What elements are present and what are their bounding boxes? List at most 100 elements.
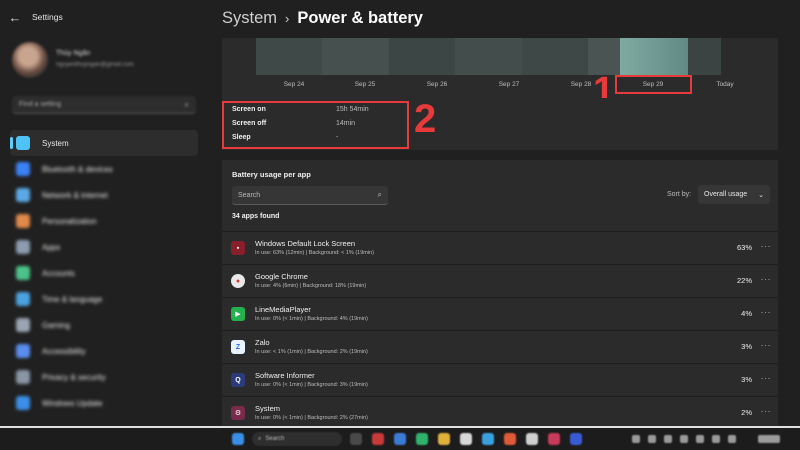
app-name: LineMediaPlayer [255,305,311,314]
chart-tick-label: Today [716,81,734,88]
page-title: Power & battery [297,9,423,27]
chart-tick-label: Sep 26 [426,81,448,88]
sidebar-item-label: Bluetooth & devices [42,164,113,174]
taskbar-search-label: Search [265,436,285,442]
annotation-box-1 [615,75,692,94]
accessibility-icon [16,344,30,358]
sidebar-item-apps[interactable]: Apps [10,234,198,260]
profile-name: Thùy Ngân [56,50,91,57]
back-arrow-icon: ← [8,9,22,25]
taskbar-app-icon[interactable] [526,433,538,445]
taskbar-app-icon[interactable] [438,433,450,445]
lock-screen-icon: ▪ [231,241,245,255]
sidebar-item-network-internet[interactable]: Network & internet [10,182,198,208]
app-name: Google Chrome [255,272,308,281]
sidebar-item-label: Apps [42,242,61,252]
taskbar-search[interactable]: ⌕ Search [252,432,342,446]
sidebar-item-label: Personalization [42,216,97,226]
taskbar-app-icon[interactable] [504,433,516,445]
sort-dropdown[interactable]: Overall usage ⌄ [698,185,770,204]
chart-day-sep26[interactable] [388,38,456,75]
sidebar-item-label: Windows Update [42,398,103,408]
taskbar-app-icon[interactable] [372,433,384,445]
app-usage-detail: In use: 4% (6min) | Background: 18% (19m… [255,283,367,289]
app-usage-detail: In use: 0% (< 1min) | Background: 4% (19… [255,316,368,322]
app-usage-detail: In use: < 1% (1min) | Background: 2% (19… [255,349,368,355]
app-row[interactable]: ● Google Chrome In use: 4% (6min) | Backgr… [222,264,778,297]
app-row[interactable]: ▶ LineMediaPlayer In use: 0% (< 1min) | Ba… [222,297,778,330]
chrome-icon: ● [231,274,245,288]
sidebar-item-accessibility[interactable]: Accessibility [10,338,198,364]
user-profile[interactable]: Thùy Ngân nguyenthuyngan@gmail.com [12,38,202,88]
sidebar-item-label: Time & language [42,294,103,304]
annotation-box-2 [222,101,409,149]
chart-day-sep27[interactable] [455,38,522,75]
app-row[interactable]: Q Software Informer In use: 0% (< 1min) | … [222,363,778,396]
app-search-placeholder: Search [238,191,261,199]
chart-day-sep28[interactable] [521,38,589,75]
app-list: ▪ Windows Default Lock Screen In use: 63% … [222,231,778,429]
more-options-icon[interactable]: ··· [761,406,772,416]
start-icon[interactable] [232,433,244,445]
more-options-icon[interactable]: ··· [761,340,772,350]
more-options-icon[interactable]: ··· [761,307,772,317]
tray-icon[interactable] [728,435,736,443]
tray-icon[interactable] [680,435,688,443]
tray-icon[interactable] [632,435,640,443]
more-options-icon[interactable]: ··· [761,274,772,284]
sidebar-item-time-language[interactable]: Time & language [10,286,198,312]
sidebar-nav: System Bluetooth & devices Network & inter… [10,130,198,416]
sidebar: Thùy Ngân nguyenthuyngan@gmail.com Find … [0,34,210,426]
apps-count: 34 apps found [232,213,280,220]
sidebar-item-system[interactable]: System [10,130,198,156]
sidebar-item-windows-update[interactable]: Windows Update [10,390,198,416]
breadcrumb: System › Power & battery [222,9,423,28]
taskbar-app-icon[interactable] [548,433,560,445]
tray-icon[interactable] [696,435,704,443]
task-view-icon[interactable] [350,433,362,445]
person-icon [16,266,30,280]
app-percent: 2% [741,408,752,417]
apps-icon [16,240,30,254]
app-search-input[interactable]: Search ⌕ [232,186,388,205]
taskbar-app-icon[interactable] [570,433,582,445]
sidebar-item-accounts[interactable]: Accounts [10,260,198,286]
sidebar-item-personalization[interactable]: Personalization [10,208,198,234]
search-icon: ⌕ [184,99,189,109]
app-percent: 3% [741,342,752,351]
app-row[interactable]: ▪ Windows Default Lock Screen In use: 63% … [222,231,778,264]
sidebar-item-privacy-security[interactable]: Privacy & security [10,364,198,390]
tray-icon[interactable] [712,435,720,443]
sidebar-item-gaming[interactable]: Gaming [10,312,198,338]
breadcrumb-parent[interactable]: System [222,9,277,28]
globe-clock-icon [16,292,30,306]
more-options-icon[interactable]: ··· [761,373,772,383]
app-name: Zalo [255,338,270,347]
more-options-icon[interactable]: ··· [761,241,772,251]
wifi-icon [16,188,30,202]
line-media-player-icon: ▶ [231,307,245,321]
app-name: Software Informer [255,371,315,380]
chrome-icon[interactable] [460,433,472,445]
monitor-icon [16,136,30,150]
taskbar-app-icon[interactable] [482,433,494,445]
sidebar-item-bluetooth-devices[interactable]: Bluetooth & devices [10,156,198,182]
shield-icon [16,370,30,384]
tray-icon[interactable] [648,435,656,443]
chevron-right-icon: › [285,11,290,26]
tray-icon[interactable] [664,435,672,443]
back-button[interactable]: ← [0,0,30,34]
chart-tick-label: Sep 27 [498,81,520,88]
chart-day-sep25[interactable] [322,38,389,75]
chart-tick-label: Sep 24 [283,81,305,88]
taskbar-app-icon[interactable] [416,433,428,445]
app-row[interactable]: Z Zalo In use: < 1% (1min) | Background: 2… [222,330,778,363]
avatar [12,42,48,78]
sidebar-item-label: Accessibility [42,346,86,356]
chart-selected-bar[interactable] [620,38,688,75]
find-setting-input[interactable]: Find a setting ⌕ [12,96,196,114]
chart-day-sep24[interactable] [256,38,323,75]
taskbar-app-icon[interactable] [394,433,406,445]
app-row[interactable]: ⚙ System In use: 0% (< 1min) | Background:… [222,396,778,429]
clock[interactable] [758,435,780,443]
